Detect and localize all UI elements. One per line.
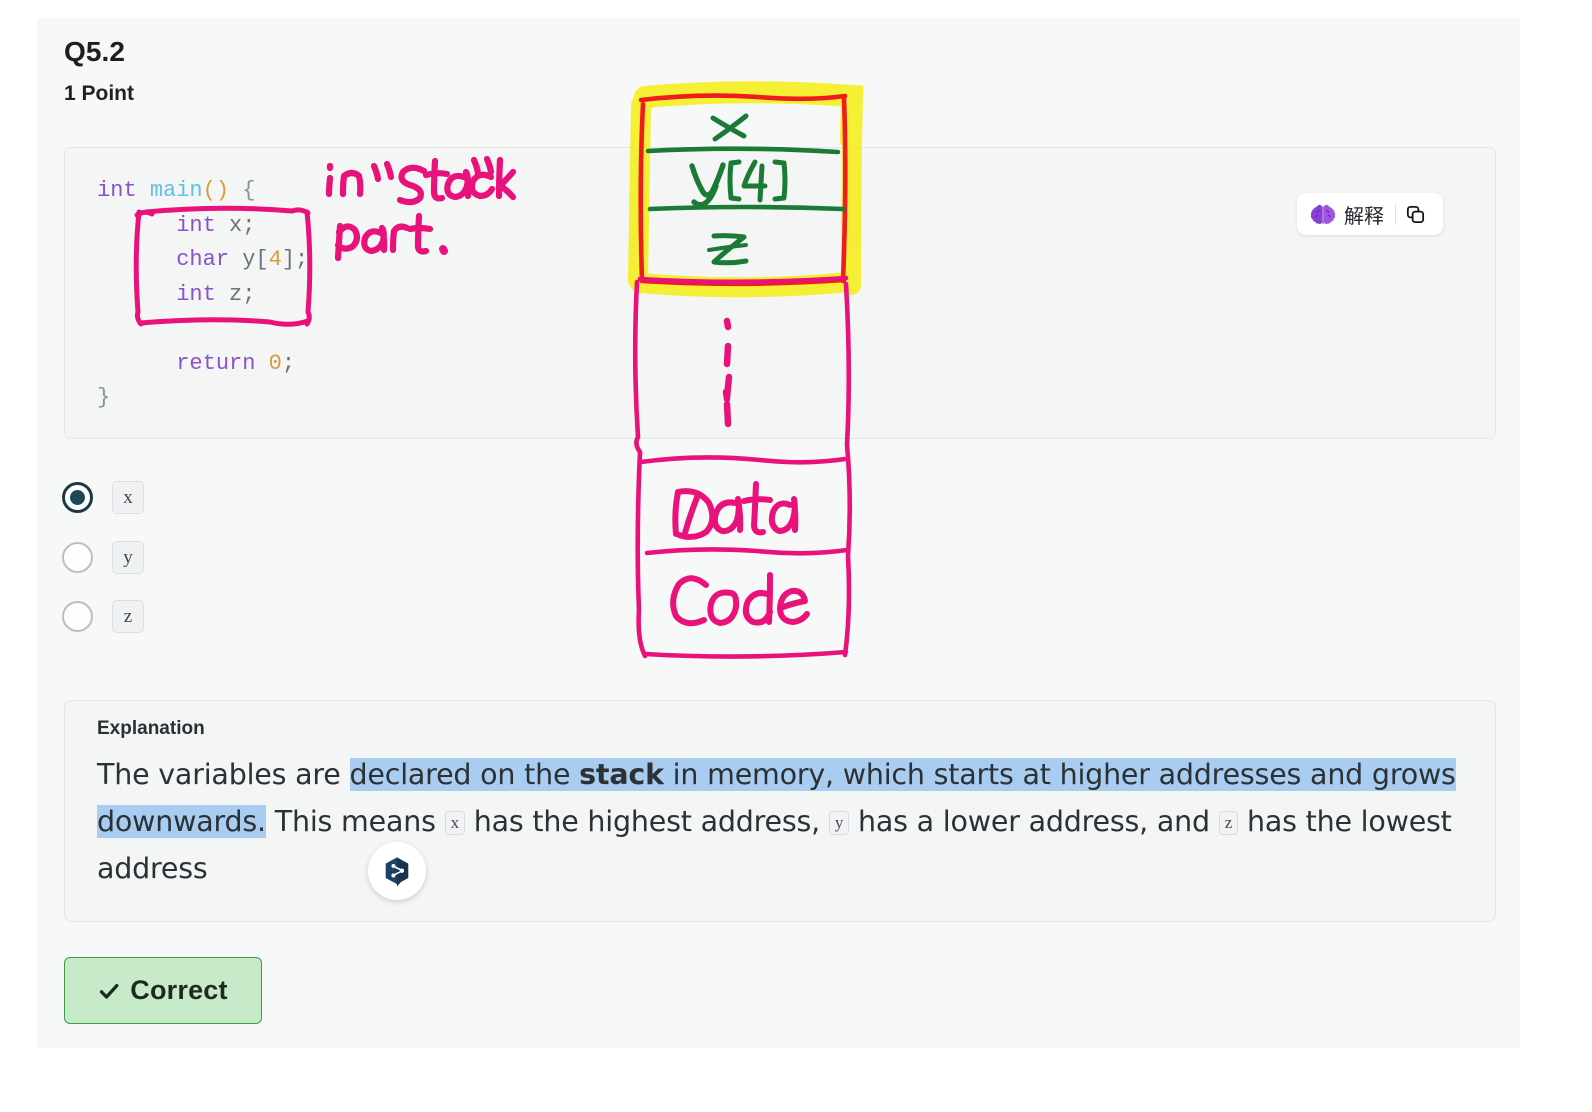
- code-line: return 0;: [176, 350, 296, 376]
- code-snippet: int main() { int x; char y[4]; int z; re…: [97, 174, 308, 416]
- option-row-z[interactable]: z: [62, 596, 144, 636]
- code-card: int main() { int x; char y[4]; int z; re…: [64, 147, 1496, 439]
- explanation-plain-text: This means: [265, 805, 445, 838]
- explain-toolbar: 解释: [1297, 193, 1443, 235]
- check-icon: [98, 980, 120, 1002]
- explanation-plain-text: has a lower address, and: [849, 805, 1219, 838]
- radio-x[interactable]: [62, 481, 93, 513]
- explanation-emphasis: stack: [579, 758, 664, 791]
- radio-z[interactable]: [62, 600, 93, 632]
- page-root: Q5.2 1 Point int main() { int x; char y[…: [0, 0, 1592, 1112]
- explanation-text: The variables are declared on the stack …: [97, 751, 1459, 892]
- option-label-y: y: [112, 540, 144, 574]
- page-title: Q5.2: [64, 36, 126, 67]
- option-row-y[interactable]: y: [62, 537, 144, 577]
- code-line: int main() {: [97, 178, 256, 203]
- copy-icon[interactable]: [1396, 195, 1434, 233]
- code-line: int x;: [176, 212, 256, 238]
- option-label-x: x: [112, 480, 144, 514]
- radio-y[interactable]: [62, 541, 93, 573]
- option-row-x[interactable]: x: [62, 477, 144, 517]
- explanation-selected-text: declared on the: [349, 758, 580, 791]
- explanation-card: Explanation The variables are declared o…: [64, 700, 1496, 922]
- inline-code-chip: y: [828, 811, 850, 835]
- explanation-plain-text: The variables are: [97, 758, 350, 791]
- inline-code-chip: z: [1218, 811, 1239, 835]
- status-badge-label: Correct: [130, 975, 228, 1005]
- inline-code-chip: x: [444, 811, 465, 835]
- question-points: 1 Point: [64, 82, 135, 105]
- explain-button-label[interactable]: 解释: [1344, 200, 1395, 229]
- explanation-plain-text: has the highest address,: [464, 805, 829, 838]
- brain-icon: [1310, 204, 1336, 225]
- explanation-title: Explanation: [97, 718, 205, 739]
- option-label-z: z: [112, 599, 144, 633]
- code-line: }: [97, 385, 111, 410]
- status-badge-correct: Correct: [64, 957, 262, 1024]
- code-line: int z;: [176, 281, 256, 307]
- code-line: char y[4];: [176, 247, 309, 272]
- share-node-hex-icon[interactable]: [368, 842, 426, 900]
